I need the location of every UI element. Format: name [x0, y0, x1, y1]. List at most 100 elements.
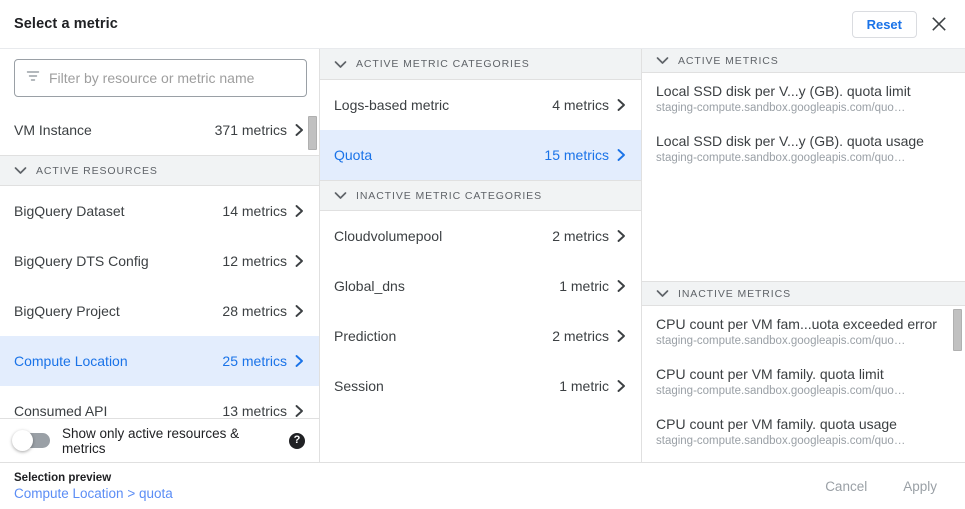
- chevron-down-icon: [334, 60, 347, 69]
- chevron-right-icon: [294, 404, 305, 418]
- chevron-right-icon: [616, 98, 627, 112]
- header-actions: Reset: [852, 10, 953, 38]
- resource-count: 371 metrics: [215, 122, 287, 138]
- metric-title: CPU count per VM family. quota limit: [656, 365, 949, 383]
- category-label: Global_dns: [334, 278, 405, 294]
- category-row-quota[interactable]: Quota 15 metrics: [320, 130, 641, 180]
- active-only-toggle[interactable]: [14, 433, 50, 448]
- active-only-toggle-row: Show only active resources & metrics ?: [0, 418, 319, 462]
- metric-row-local-ssd-quota-limit[interactable]: Local SSD disk per V...y (GB). quota lim…: [642, 73, 965, 123]
- category-label: Prediction: [334, 328, 396, 344]
- metric-row-cpu-count-vm-family-quota-usage[interactable]: CPU count per VM family. quota usage sta…: [642, 406, 965, 456]
- category-label: Session: [334, 378, 384, 394]
- category-meta: 2 metrics: [552, 228, 627, 244]
- reset-button[interactable]: Reset: [852, 11, 917, 38]
- resource-count: 25 metrics: [222, 353, 287, 369]
- metric-title: Local SSD disk per V...y (GB). quota lim…: [656, 82, 949, 100]
- resources-scroller[interactable]: VM Instance 371 metrics ACTIVE RESOURCES: [0, 105, 319, 418]
- category-count: 2 metrics: [552, 228, 609, 244]
- metric-subtitle: staging-compute.sandbox.googleapis.com/q…: [656, 334, 949, 349]
- help-icon[interactable]: ?: [289, 433, 305, 449]
- resource-count: 12 metrics: [222, 253, 287, 269]
- category-label: Cloudvolumepool: [334, 228, 442, 244]
- resource-row-consumed-api[interactable]: Consumed API 13 metrics: [0, 386, 319, 418]
- section-label: INACTIVE METRIC CATEGORIES: [356, 190, 542, 202]
- resource-meta: 12 metrics: [222, 253, 305, 269]
- section-active-metrics[interactable]: ACTIVE METRICS: [642, 49, 965, 73]
- category-row-prediction[interactable]: Prediction 2 metrics: [320, 311, 641, 361]
- inactive-metrics-scrollbar-thumb[interactable]: [953, 309, 962, 351]
- resource-label: Compute Location: [14, 353, 128, 369]
- select-metric-dialog: Select a metric Reset: [0, 0, 965, 509]
- resources-scrollbar-thumb[interactable]: [308, 116, 317, 150]
- metric-title: Local SSD disk per V...y (GB). quota usa…: [656, 132, 949, 150]
- resource-count: 28 metrics: [222, 303, 287, 319]
- category-meta: 1 metric: [559, 278, 627, 294]
- metric-row-gpu-count-gpu-family-quota-exceeded-error[interactable]: GPU count per GPU fa...uota exceeded err…: [642, 456, 965, 462]
- chevron-right-icon: [294, 204, 305, 218]
- categories-scroller[interactable]: ACTIVE METRIC CATEGORIES Logs-based metr…: [320, 49, 641, 462]
- active-only-toggle-label: Show only active resources & metrics: [62, 426, 277, 456]
- chevron-right-icon: [616, 229, 627, 243]
- category-row-logs-based-metric[interactable]: Logs-based metric 4 metrics: [320, 80, 641, 130]
- resource-meta: 25 metrics: [222, 353, 305, 369]
- chevron-right-icon: [616, 148, 627, 162]
- chevron-right-icon: [616, 279, 627, 293]
- category-row-session[interactable]: Session 1 metric: [320, 361, 641, 411]
- section-active-resources[interactable]: ACTIVE RESOURCES: [0, 155, 319, 186]
- dialog-header: Select a metric Reset: [0, 0, 965, 48]
- active-metrics-scroller[interactable]: Local SSD disk per V...y (GB). quota lim…: [642, 73, 965, 281]
- apply-button[interactable]: Apply: [893, 471, 947, 502]
- category-meta: 2 metrics: [552, 328, 627, 344]
- resource-meta: 13 metrics: [222, 403, 305, 419]
- chevron-down-icon: [656, 289, 669, 298]
- chevron-right-icon: [294, 304, 305, 318]
- section-label: ACTIVE RESOURCES: [36, 165, 158, 177]
- footer-buttons: Cancel Apply: [815, 471, 947, 502]
- section-active-metric-categories[interactable]: ACTIVE METRIC CATEGORIES: [320, 49, 641, 80]
- cancel-button[interactable]: Cancel: [815, 471, 877, 502]
- close-icon[interactable]: [925, 10, 953, 38]
- filter-icon: [25, 68, 41, 89]
- section-inactive-metric-categories[interactable]: INACTIVE METRIC CATEGORIES: [320, 180, 641, 211]
- chevron-down-icon: [14, 166, 27, 175]
- dialog-footer: Selection preview Compute Location > quo…: [0, 462, 965, 509]
- page-title: Select a metric: [14, 16, 118, 32]
- chevron-right-icon: [616, 379, 627, 393]
- metric-row-cpu-count-vm-family-quota-exceeded-error[interactable]: CPU count per VM fam...uota exceeded err…: [642, 306, 965, 356]
- metric-subtitle: staging-compute.sandbox.googleapis.com/q…: [656, 434, 949, 449]
- categories-column: ACTIVE METRIC CATEGORIES Logs-based metr…: [320, 49, 642, 462]
- resource-label: BigQuery Project: [14, 303, 120, 319]
- category-count: 2 metrics: [552, 328, 609, 344]
- resource-label: VM Instance: [14, 122, 92, 138]
- resource-row-bigquery-dts-config[interactable]: BigQuery DTS Config 12 metrics: [0, 236, 319, 286]
- search-area: [0, 49, 319, 105]
- columns-region: VM Instance 371 metrics ACTIVE RESOURCES: [0, 48, 965, 462]
- resource-row-compute-location[interactable]: Compute Location 25 metrics: [0, 336, 319, 386]
- chevron-right-icon: [294, 354, 305, 368]
- category-label: Quota: [334, 147, 372, 163]
- resources-column: VM Instance 371 metrics ACTIVE RESOURCES: [0, 49, 320, 462]
- category-row-global-dns[interactable]: Global_dns 1 metric: [320, 261, 641, 311]
- category-count: 1 metric: [559, 378, 609, 394]
- category-row-cloudvolumepool[interactable]: Cloudvolumepool 2 metrics: [320, 211, 641, 261]
- metric-subtitle: staging-compute.sandbox.googleapis.com/q…: [656, 384, 949, 399]
- section-label: ACTIVE METRIC CATEGORIES: [356, 58, 530, 70]
- metric-subtitle: staging-compute.sandbox.googleapis.com/q…: [656, 151, 949, 166]
- resource-row-bigquery-project[interactable]: BigQuery Project 28 metrics: [0, 286, 319, 336]
- search-input[interactable]: [49, 70, 296, 86]
- selection-preview-value[interactable]: Compute Location > quota: [14, 485, 173, 502]
- chevron-right-icon: [294, 123, 305, 137]
- resource-count: 14 metrics: [222, 203, 287, 219]
- category-meta: 4 metrics: [552, 97, 627, 113]
- resource-row-bigquery-dataset[interactable]: BigQuery Dataset 14 metrics: [0, 186, 319, 236]
- chevron-down-icon: [656, 56, 669, 65]
- search-box[interactable]: [14, 59, 307, 97]
- metric-row-local-ssd-quota-usage[interactable]: Local SSD disk per V...y (GB). quota usa…: [642, 123, 965, 173]
- toggle-knob: [12, 430, 33, 451]
- section-inactive-metrics[interactable]: INACTIVE METRICS: [642, 281, 965, 306]
- resource-row-vm-instance[interactable]: VM Instance 371 metrics: [0, 105, 319, 155]
- metric-row-cpu-count-vm-family-quota-limit[interactable]: CPU count per VM family. quota limit sta…: [642, 356, 965, 406]
- inactive-metrics-scroller[interactable]: CPU count per VM fam...uota exceeded err…: [642, 306, 965, 462]
- resource-label: BigQuery DTS Config: [14, 253, 149, 269]
